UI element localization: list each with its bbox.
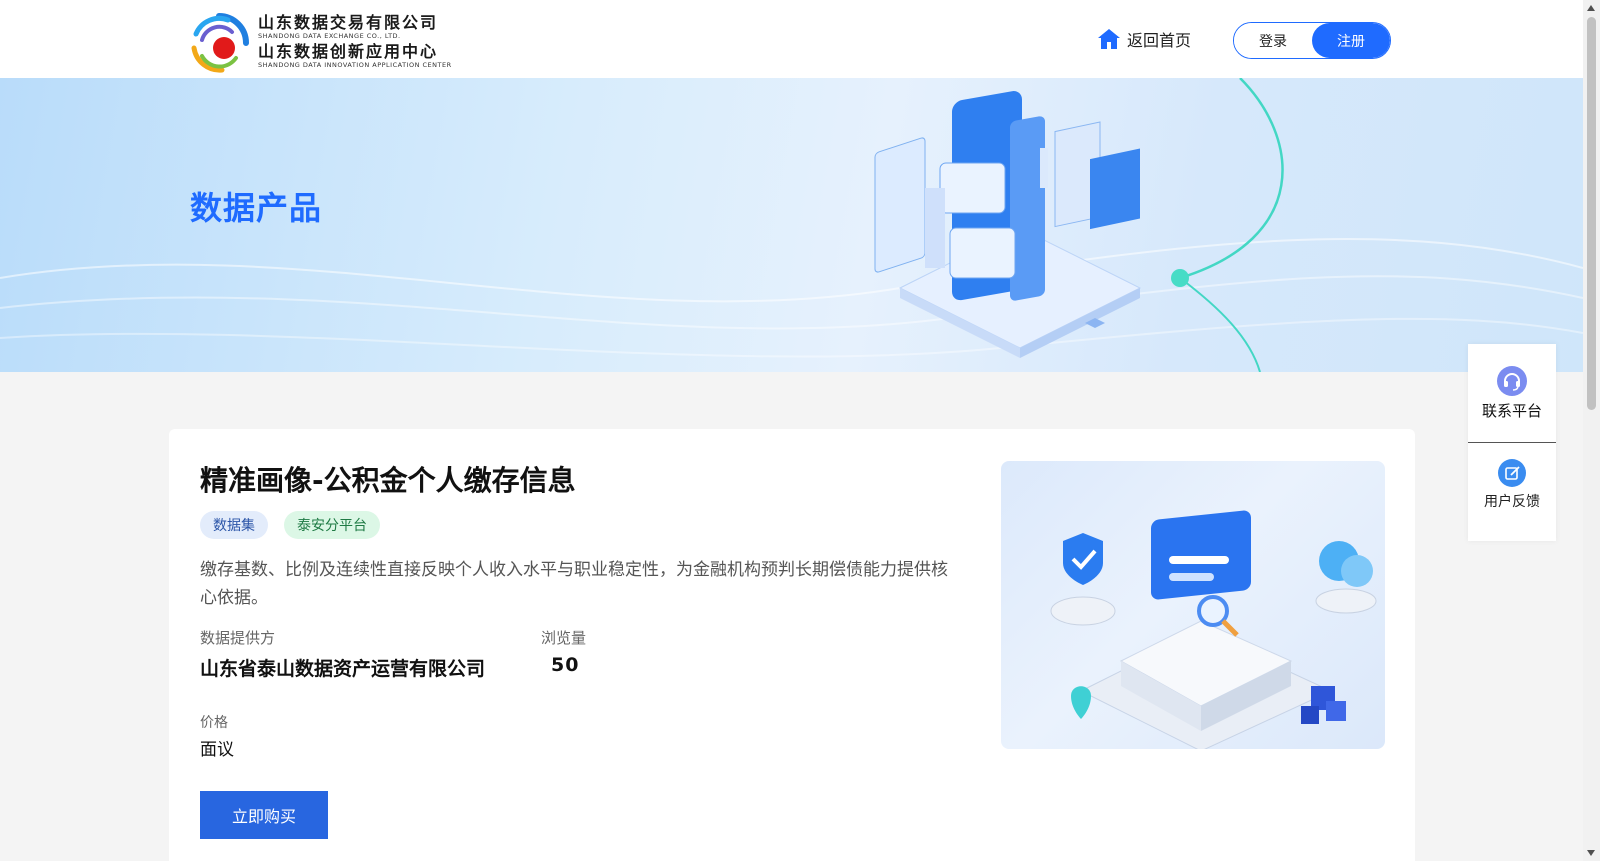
logo-company-name: 山东数据交易有限公司 <box>258 13 439 32</box>
logo-company-name-en: SHANDONG DATA EXCHANGE CO., LTD. <box>258 32 401 40</box>
logo-center-name: 山东数据创新应用中心 <box>258 42 439 61</box>
contact-platform-button[interactable]: 联系平台 <box>1468 366 1556 421</box>
product-card: 精准画像-公积金个人缴存信息 数据集 泰安分平台 缴存基数、比例及连续性直接反映… <box>169 429 1415 861</box>
user-feedback-label: 用户反馈 <box>1484 494 1540 510</box>
logo-mark-icon <box>191 13 249 73</box>
logo-center-name-en: SHANDONG DATA INNOVATION APPLICATION CEN… <box>258 61 452 69</box>
tag-platform: 泰安分平台 <box>284 511 380 539</box>
price-value: 面议 <box>200 740 234 760</box>
login-button[interactable]: 登录 <box>1234 23 1312 58</box>
scroll-up-arrow-icon[interactable] <box>1587 5 1595 11</box>
contact-platform-label: 联系平台 <box>1481 402 1542 420</box>
headset-icon <box>1497 366 1527 396</box>
page-banner: 数据产品 <box>0 78 1583 372</box>
product-tags: 数据集 泰安分平台 <box>200 511 380 539</box>
home-icon <box>1098 29 1120 49</box>
home-link-label: 返回首页 <box>1127 31 1192 50</box>
product-description: 缴存基数、比例及连续性直接反映个人收入水平与职业稳定性，为金融机构预判长期偿债能… <box>200 560 948 608</box>
page-scrollbar[interactable] <box>1583 0 1600 861</box>
product-title: 精准画像-公积金个人缴存信息 <box>200 464 576 497</box>
top-header: 山东数据交易有限公司 SHANDONG DATA EXCHANGE CO., L… <box>0 0 1583 78</box>
provider-label: 数据提供方 <box>200 629 276 647</box>
banner-title: 数据产品 <box>190 189 323 227</box>
side-panel-divider <box>1468 442 1556 443</box>
price-label: 价格 <box>200 715 228 731</box>
views-value: 50 <box>551 654 580 676</box>
edit-icon <box>1498 459 1526 487</box>
register-button[interactable]: 注册 <box>1312 23 1390 58</box>
tag-dataset: 数据集 <box>200 511 268 539</box>
home-link[interactable]: 返回首页 <box>1097 26 1191 52</box>
provider-value: 山东省泰山数据资产运营有限公司 <box>200 658 486 680</box>
scroll-thumb[interactable] <box>1587 17 1596 410</box>
product-illustration <box>1001 461 1385 749</box>
side-panel: 联系平台 用户反馈 <box>1468 344 1556 541</box>
user-feedback-button[interactable]: 用户反馈 <box>1468 459 1556 511</box>
buy-now-button[interactable]: 立即购买 <box>200 791 328 839</box>
banner-illustration <box>874 91 1142 358</box>
company-logo[interactable]: 山东数据交易有限公司 SHANDONG DATA EXCHANGE CO., L… <box>188 12 451 74</box>
views-label: 浏览量 <box>541 629 587 647</box>
scroll-down-arrow-icon[interactable] <box>1587 850 1595 856</box>
auth-buttons: 登录 注册 <box>1233 22 1391 59</box>
